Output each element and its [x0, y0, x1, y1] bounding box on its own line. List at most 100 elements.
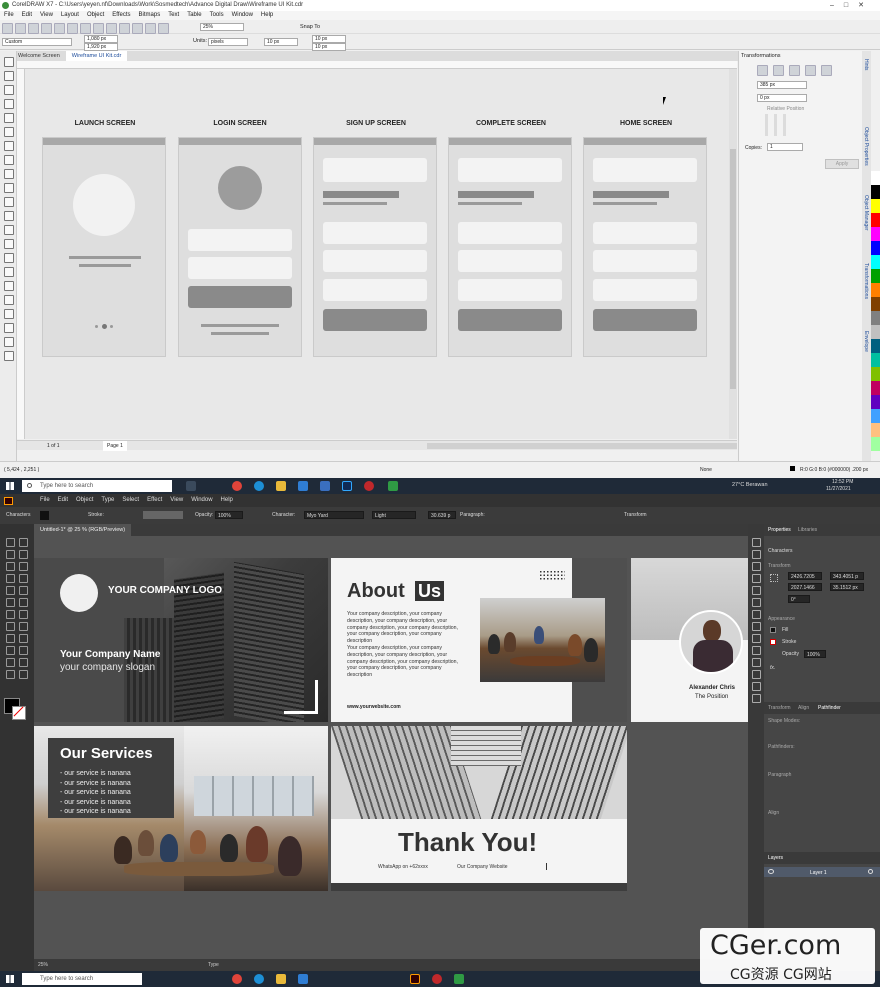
menu-item[interactable]: Tools	[210, 11, 224, 20]
toolbox-tool-icon[interactable]	[4, 183, 14, 193]
menu-item[interactable]: File	[4, 11, 14, 20]
toolbox-tool-icon[interactable]	[4, 323, 14, 333]
tab-libraries[interactable]: Libraries	[798, 527, 817, 533]
palette-swatch[interactable]	[871, 185, 880, 199]
recorder-icon[interactable]	[432, 974, 442, 984]
stroke-weight-field[interactable]	[143, 511, 183, 519]
weather-status[interactable]: 27°C Berawan	[732, 482, 768, 488]
coreldraw-taskbar-icon[interactable]	[388, 481, 398, 491]
toolbox-tool-icon[interactable]	[4, 141, 14, 151]
toolbox-tool-icon[interactable]	[4, 113, 14, 123]
panel-fill-swatch[interactable]	[770, 627, 776, 633]
ai-tool-icon[interactable]	[6, 562, 15, 571]
ai-tool-icon[interactable]	[6, 646, 15, 655]
coreldraw-taskbar-icon[interactable]	[454, 974, 464, 984]
ai-tool-icon[interactable]	[6, 658, 15, 667]
edge-icon[interactable]	[254, 481, 264, 491]
artboard-area[interactable]: YOUR COMPANY LOGO Your Company Name your…	[34, 536, 748, 959]
ai-tool-icon[interactable]	[19, 658, 28, 667]
launch-screen-wireframe[interactable]	[42, 137, 166, 357]
palette-swatch[interactable]	[871, 283, 880, 297]
drawing-canvas[interactable]: LAUNCH SCREEN LOGIN SCREEN SIGN UP SCREE…	[25, 69, 737, 439]
ai-tool-icon[interactable]	[6, 634, 15, 643]
ai-menu-item[interactable]: Select	[122, 494, 139, 507]
ai-menu-item[interactable]: Help	[221, 494, 233, 507]
panel-opacity-field[interactable]: 100%	[804, 650, 826, 658]
illustrator-taskbar-icon[interactable]	[410, 974, 420, 984]
ai-tool-icon[interactable]	[6, 670, 15, 679]
file-explorer-icon[interactable]	[276, 974, 286, 984]
ai-tool-icon[interactable]	[19, 670, 28, 679]
palette-swatch[interactable]	[871, 269, 880, 283]
recorder-icon[interactable]	[364, 481, 374, 491]
taskbar-search-input-bottom[interactable]: Type here to search	[22, 973, 142, 985]
slide-thank-you[interactable]: Thank You! WhatsApp on +62xxxx Our Compa…	[331, 726, 627, 883]
chrome-icon[interactable]	[232, 481, 242, 491]
palette-swatch[interactable]	[871, 437, 880, 451]
anchor-grid[interactable]	[765, 114, 787, 136]
complete-screen-wireframe[interactable]	[448, 137, 572, 357]
page-tab[interactable]: Page 1	[103, 441, 127, 451]
palette-swatch[interactable]	[871, 255, 880, 269]
menu-item[interactable]: Bitmaps	[139, 11, 161, 20]
slide-about-us[interactable]: About Us Your company description, your …	[331, 558, 627, 722]
store-icon[interactable]	[298, 974, 308, 984]
page-width-field[interactable]: 1,080 px	[84, 35, 118, 43]
palette-swatch[interactable]	[871, 325, 880, 339]
page-counter[interactable]: 1 of 1	[47, 441, 60, 451]
color-palette[interactable]	[871, 51, 880, 461]
ai-tool-icon[interactable]	[19, 634, 28, 643]
docker-side-tab[interactable]: Object Manager	[863, 195, 869, 231]
tab-untitled-1[interactable]: Untitled-1* @ 25 % (RGB/Preview)	[34, 524, 132, 536]
toolbox-tool-icon[interactable]	[4, 71, 14, 81]
dock-panel-icon[interactable]	[752, 622, 761, 631]
palette-swatch[interactable]	[871, 395, 880, 409]
menu-item[interactable]: Window	[232, 11, 253, 20]
palette-swatch[interactable]	[871, 367, 880, 381]
slide-cover[interactable]: YOUR COMPANY LOGO Your Company Name your…	[34, 558, 328, 722]
ai-tool-icon[interactable]	[19, 622, 28, 631]
rotation-field[interactable]: 0°	[788, 595, 810, 603]
toolbox-tool-icon[interactable]	[4, 99, 14, 109]
palette-swatch[interactable]	[871, 311, 880, 325]
ai-tool-icon[interactable]	[6, 622, 15, 631]
home-screen-wireframe[interactable]	[583, 137, 707, 357]
toolbox-tool-icon[interactable]	[4, 85, 14, 95]
edge-icon[interactable]	[254, 974, 264, 984]
ai-tool-icon[interactable]	[19, 646, 28, 655]
chrome-icon[interactable]	[232, 974, 242, 984]
tab-transform[interactable]: Transform	[768, 705, 791, 711]
toolbox-tool-icon[interactable]	[4, 197, 14, 207]
ai-menu-item[interactable]: Object	[76, 494, 93, 507]
palette-swatch[interactable]	[871, 241, 880, 255]
dock-panel-icon[interactable]	[752, 538, 761, 547]
dock-panel-icon[interactable]	[752, 610, 761, 619]
vertical-scrollbar[interactable]	[729, 69, 737, 439]
toolbox-tool-icon[interactable]	[4, 225, 14, 235]
toolbox-tool-icon[interactable]	[4, 239, 14, 249]
ai-menu-item[interactable]: Effect	[147, 494, 162, 507]
menu-item[interactable]: Help	[261, 11, 273, 20]
toolbox-tool-icon[interactable]	[4, 337, 14, 347]
menu-item[interactable]: Layout	[61, 11, 79, 20]
palette-swatch[interactable]	[871, 423, 880, 437]
toolbox-tool-icon[interactable]	[4, 169, 14, 179]
tab-align[interactable]: Align	[798, 705, 809, 711]
taskbar-time[interactable]: 12:52 PM	[832, 479, 853, 485]
menu-item[interactable]: Effects	[112, 11, 130, 20]
ai-tool-icon[interactable]	[19, 610, 28, 619]
transform-w-field[interactable]: 343.4051 p	[830, 572, 864, 580]
docker-side-tab[interactable]: Envelope	[863, 331, 869, 352]
ai-tool-icon[interactable]	[19, 598, 28, 607]
toolbox-tool-icon[interactable]	[4, 211, 14, 221]
fill-stroke-swatches[interactable]	[4, 698, 26, 720]
panel-stroke-swatch[interactable]	[770, 639, 776, 645]
window-controls[interactable]: –□✕	[830, 1, 878, 10]
relative-position-checkbox[interactable]: Relative Position	[767, 106, 804, 112]
ai-menu-item[interactable]: Edit	[58, 494, 68, 507]
dock-panel-icon[interactable]	[752, 658, 761, 667]
login-screen-wireframe[interactable]	[178, 137, 302, 357]
transform-mode-buttons[interactable]	[757, 63, 834, 76]
menu-item[interactable]: Edit	[22, 11, 32, 20]
layer-visibility-icon[interactable]	[768, 869, 774, 874]
